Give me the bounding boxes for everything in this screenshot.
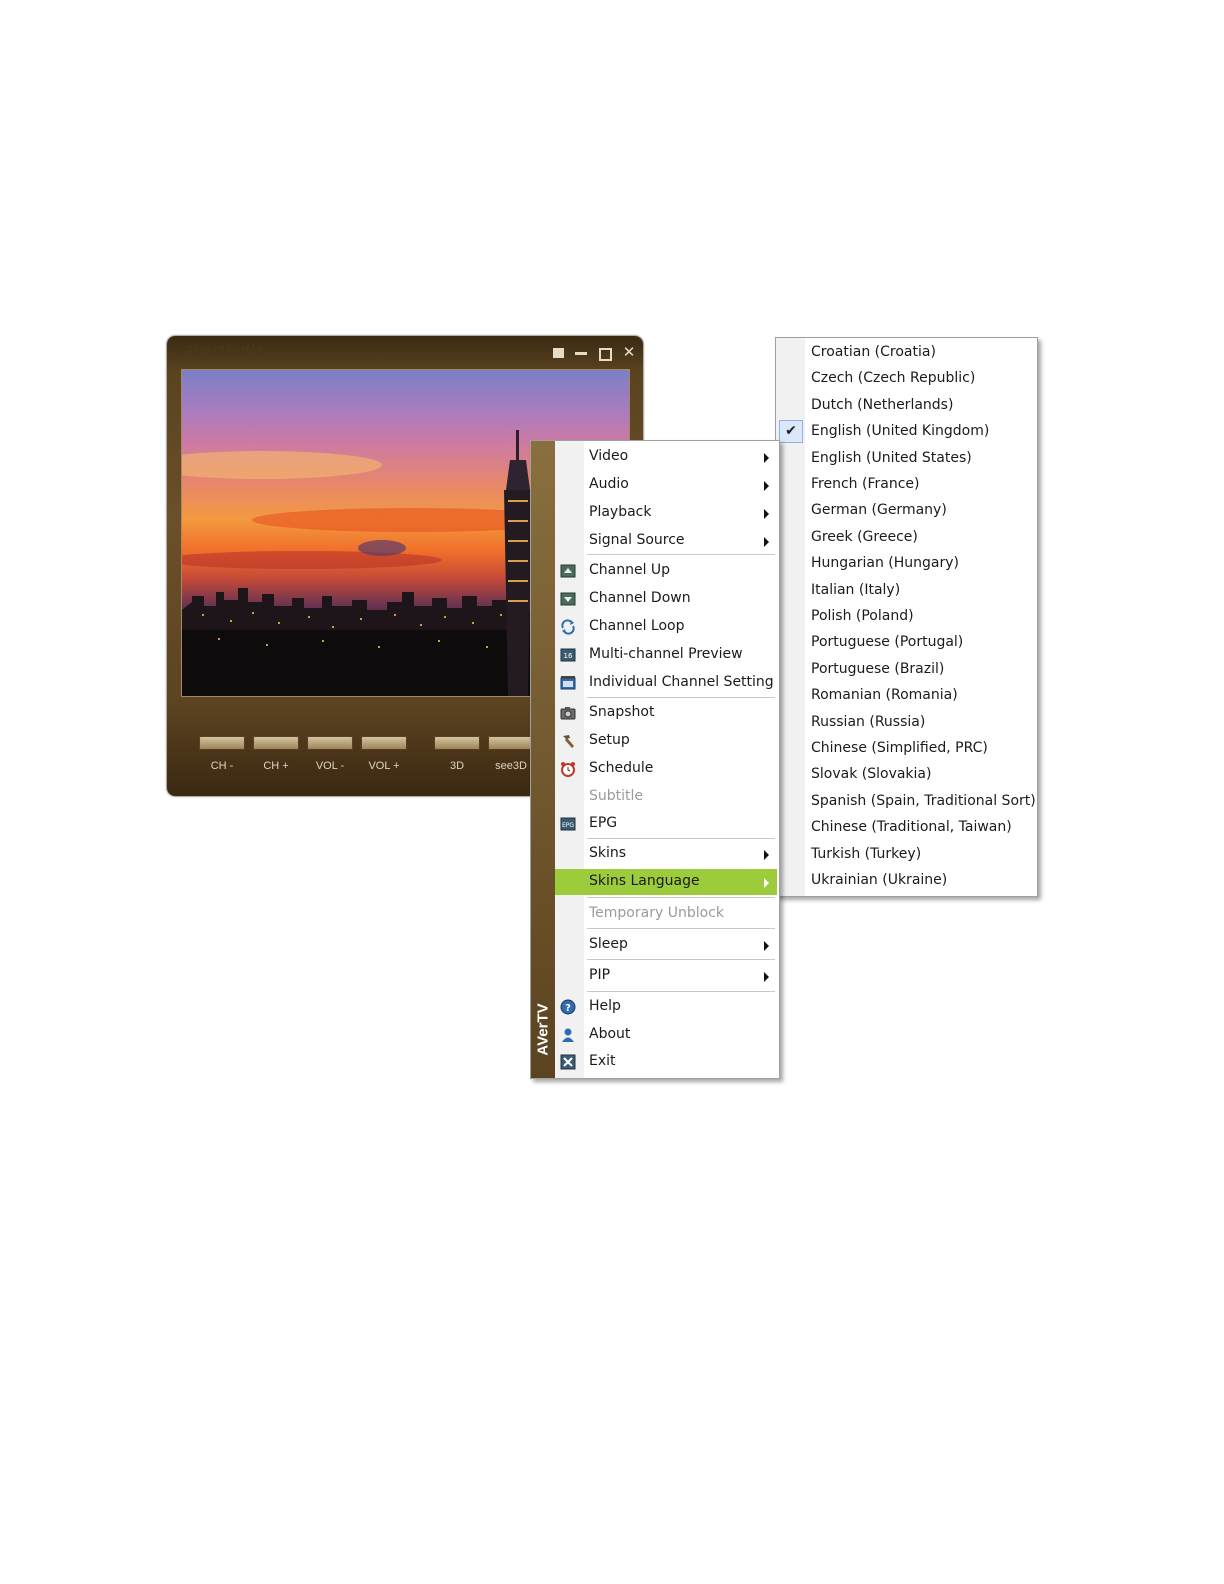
language-item-ukrainian[interactable]: Ukrainian (Ukraine) bbox=[776, 868, 1035, 894]
language-item-portuguese-portugal[interactable]: Portuguese (Portugal) bbox=[776, 630, 1035, 656]
menu-side-stripe: AVerTV bbox=[531, 441, 555, 1078]
channel-up-label: CH + bbox=[263, 760, 289, 772]
menu-item-skins[interactable]: Skins bbox=[555, 841, 777, 867]
language-item-greek[interactable]: Greek (Greece) bbox=[776, 525, 1035, 551]
maximize-icon[interactable] bbox=[598, 346, 612, 361]
help-icon: ? bbox=[560, 999, 576, 1015]
context-menu: AVerTV Video Audio Playback Signal Sourc… bbox=[530, 440, 780, 1079]
menu-item-playback[interactable]: Playback bbox=[555, 500, 777, 526]
language-item-german[interactable]: German (Germany) bbox=[776, 498, 1035, 524]
submenu-arrow-icon bbox=[764, 537, 769, 547]
menu-separator bbox=[587, 897, 775, 898]
svg-text:EPG: EPG bbox=[562, 822, 574, 829]
language-item-dutch[interactable]: Dutch (Netherlands) bbox=[776, 393, 1035, 419]
volume-down-button[interactable] bbox=[307, 736, 353, 750]
minimize-icon[interactable] bbox=[574, 346, 588, 360]
menu-item-subtitle: Subtitle bbox=[589, 788, 644, 804]
language-item-turkish[interactable]: Turkish (Turkey) bbox=[776, 842, 1035, 868]
submenu-arrow-icon bbox=[764, 878, 769, 888]
menu-item-audio[interactable]: Audio bbox=[555, 472, 777, 498]
svg-text:?: ? bbox=[565, 1003, 571, 1014]
language-item-romanian[interactable]: Romanian (Romania) bbox=[776, 683, 1035, 709]
menu-item-channel-loop[interactable]: Channel Loop bbox=[555, 614, 777, 640]
channel-down-button[interactable] bbox=[199, 736, 245, 750]
language-item-english-uk[interactable]: ✔ English (United Kingdom) bbox=[776, 419, 1035, 445]
skins-language-submenu: Croatian (Croatia) Czech (Czech Republic… bbox=[775, 337, 1038, 897]
channel-down-label: CH - bbox=[210, 760, 234, 772]
loop-icon bbox=[561, 619, 575, 635]
volume-down-label: VOL - bbox=[315, 760, 345, 772]
camera-icon bbox=[560, 707, 576, 720]
menu-item-signal-source[interactable]: Signal Source bbox=[555, 528, 777, 554]
checkmark-icon: ✔ bbox=[779, 420, 803, 443]
language-item-chinese-simplified[interactable]: Chinese (Simplified, PRC) bbox=[776, 736, 1035, 762]
submenu-arrow-icon bbox=[764, 509, 769, 519]
volume-up-label: VOL + bbox=[368, 760, 400, 772]
menu-separator bbox=[587, 697, 775, 698]
language-item-french[interactable]: French (France) bbox=[776, 472, 1035, 498]
language-item-croatian[interactable]: Croatian (Croatia) bbox=[776, 340, 1035, 366]
menu-separator bbox=[587, 838, 775, 839]
epg-icon: EPG bbox=[560, 817, 576, 831]
3d-button[interactable] bbox=[434, 736, 480, 750]
language-item-slovak[interactable]: Slovak (Slovakia) bbox=[776, 762, 1035, 788]
see3d-button[interactable] bbox=[488, 736, 534, 750]
close-icon[interactable]: ✕ bbox=[622, 345, 636, 360]
language-item-chinese-traditional[interactable]: Chinese (Traditional, Taiwan) bbox=[776, 815, 1035, 841]
submenu-arrow-icon bbox=[764, 453, 769, 463]
submenu-arrow-icon bbox=[764, 941, 769, 951]
menu-item-individual-channel-setting[interactable]: Individual Channel Setting bbox=[555, 670, 777, 696]
language-item-czech[interactable]: Czech (Czech Republic) bbox=[776, 366, 1035, 392]
menu-item-channel-down[interactable]: Channel Down bbox=[555, 586, 777, 612]
volume-up-button[interactable] bbox=[361, 736, 407, 750]
menu-item-temporary-unblock: Temporary Unblock bbox=[589, 905, 724, 921]
restore-icon[interactable] bbox=[551, 346, 565, 360]
menu-item-snapshot[interactable]: Snapshot bbox=[555, 700, 777, 726]
3d-label: 3D bbox=[449, 760, 465, 772]
menu-item-help[interactable]: ? Help bbox=[555, 994, 777, 1020]
menu-item-sleep[interactable]: Sleep bbox=[555, 932, 777, 958]
exit-icon bbox=[560, 1054, 576, 1070]
language-item-hungarian[interactable]: Hungarian (Hungary) bbox=[776, 551, 1035, 577]
menu-side-label: AVerTV bbox=[534, 1003, 552, 1056]
language-item-portuguese-brazil[interactable]: Portuguese (Brazil) bbox=[776, 657, 1035, 683]
language-item-russian[interactable]: Russian (Russia) bbox=[776, 710, 1035, 736]
see3d-label: see3D bbox=[495, 760, 527, 772]
menu-item-schedule[interactable]: Schedule bbox=[555, 756, 777, 782]
hammer-icon bbox=[563, 735, 574, 748]
menu-item-about[interactable]: About bbox=[555, 1022, 777, 1048]
alarm-clock-icon bbox=[561, 762, 575, 777]
menu-item-pip[interactable]: PIP bbox=[555, 963, 777, 989]
svg-text:16: 16 bbox=[564, 652, 573, 660]
language-item-italian[interactable]: Italian (Italy) bbox=[776, 578, 1035, 604]
language-item-english-us[interactable]: English (United States) bbox=[776, 446, 1035, 472]
channel-down-icon bbox=[560, 592, 576, 606]
menu-item-epg[interactable]: EPG EPG bbox=[555, 811, 777, 837]
brand-logo: AVerMedia bbox=[183, 342, 264, 359]
menu-item-skins-language[interactable]: Skins Language bbox=[555, 869, 777, 895]
language-item-spanish[interactable]: Spanish (Spain, Traditional Sort) bbox=[776, 789, 1036, 815]
menu-item-channel-up[interactable]: Channel Up bbox=[555, 558, 777, 584]
channel-up-icon bbox=[560, 564, 576, 578]
menu-separator bbox=[587, 959, 775, 960]
submenu-arrow-icon bbox=[764, 850, 769, 860]
language-item-polish[interactable]: Polish (Poland) bbox=[776, 604, 1035, 630]
menu-item-setup[interactable]: Setup bbox=[555, 728, 777, 754]
menu-separator bbox=[587, 554, 775, 555]
channel-setting-icon bbox=[560, 676, 576, 690]
submenu-arrow-icon bbox=[764, 972, 769, 982]
menu-item-multi-channel-preview[interactable]: 16 Multi-channel Preview bbox=[555, 642, 777, 668]
menu-item-video[interactable]: Video bbox=[555, 444, 777, 470]
menu-separator bbox=[587, 928, 775, 929]
user-icon bbox=[562, 1028, 574, 1042]
submenu-arrow-icon bbox=[764, 481, 769, 491]
multi-channel-icon: 16 bbox=[560, 648, 576, 662]
channel-up-button[interactable] bbox=[253, 736, 299, 750]
menu-item-exit[interactable]: Exit bbox=[555, 1049, 777, 1075]
menu-separator bbox=[587, 991, 775, 992]
